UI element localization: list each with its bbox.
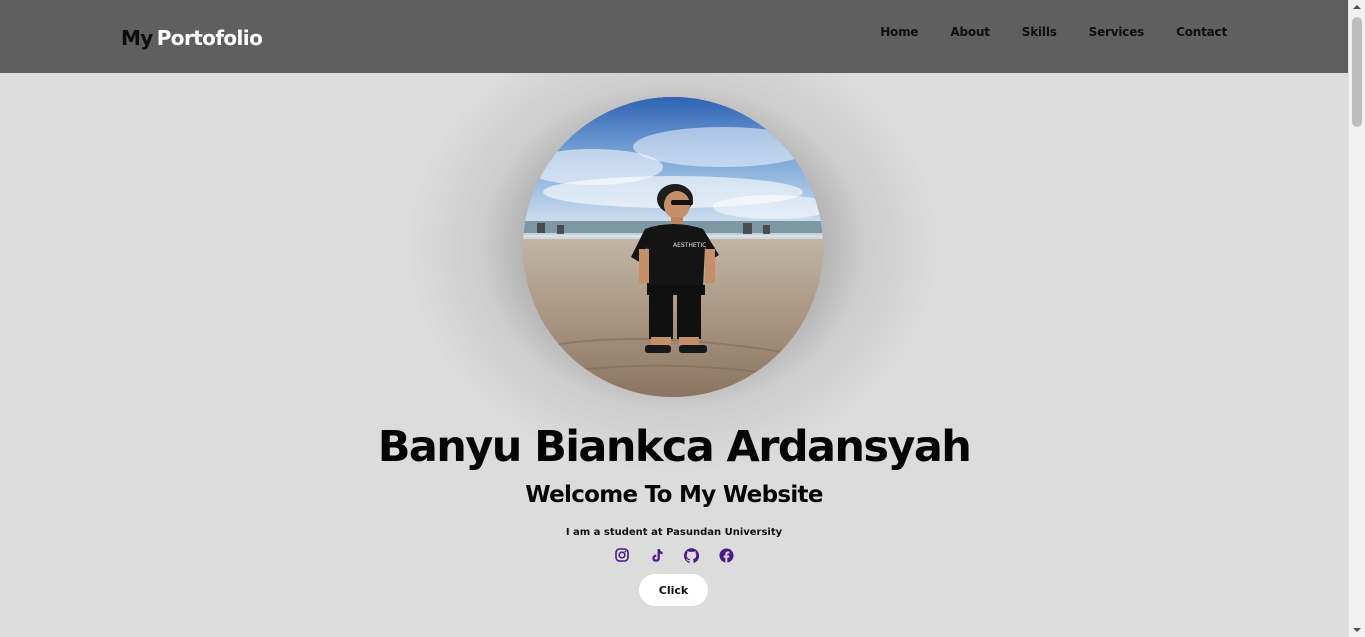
page: My Portofolio Home About Skills Services …	[0, 0, 1365, 637]
brand-first-word: My	[121, 26, 153, 50]
brand-rest-word: Portofolio	[156, 26, 263, 50]
main-nav: Home About Skills Services Contact	[880, 22, 1227, 42]
scroll-down-icon[interactable]	[1353, 628, 1361, 632]
instagram-icon[interactable]	[614, 546, 630, 564]
site-header: My Portofolio Home About Skills Services …	[0, 0, 1348, 73]
social-links	[0, 546, 1348, 566]
nav-skills[interactable]: Skills	[1022, 25, 1057, 39]
tiktok-icon[interactable]	[649, 546, 665, 564]
hero-name: Banyu Biankca Ardansyah	[377, 422, 972, 472]
page-scrollbar[interactable]	[1348, 0, 1365, 637]
facebook-icon[interactable]	[719, 546, 735, 564]
profile-photo-illustration: AESTHETIC	[523, 97, 823, 397]
viewport: My Portofolio Home About Skills Services …	[0, 0, 1348, 637]
hero-tagline: I am a student at Pasundan University	[565, 527, 783, 538]
hero-welcome: Welcome To My Website	[525, 482, 823, 508]
click-button[interactable]: Click	[639, 574, 708, 606]
brand-logo[interactable]: My Portofolio	[121, 24, 263, 52]
nav-home[interactable]: Home	[880, 25, 918, 39]
nav-contact[interactable]: Contact	[1176, 25, 1227, 39]
nav-about[interactable]: About	[950, 25, 990, 39]
profile-photo: AESTHETIC	[523, 97, 823, 397]
github-icon[interactable]	[684, 546, 700, 564]
nav-services[interactable]: Services	[1089, 25, 1145, 39]
scroll-up-icon[interactable]	[1353, 5, 1361, 9]
scroll-thumb[interactable]	[1352, 17, 1362, 127]
svg-text:AESTHETIC: AESTHETIC	[673, 242, 706, 249]
